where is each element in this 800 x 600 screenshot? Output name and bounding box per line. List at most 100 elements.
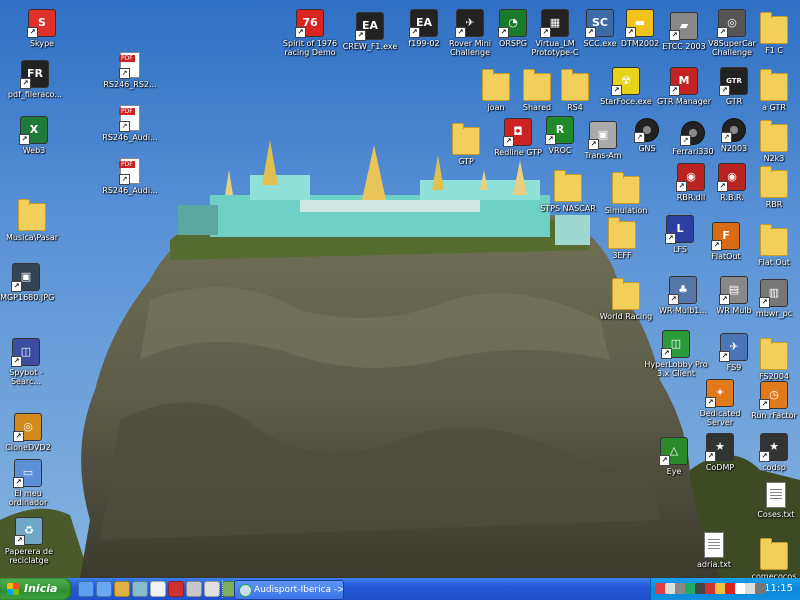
app-icon: M [669, 67, 698, 96]
pdf-file-icon [119, 158, 140, 185]
app-icon: ♣ [668, 276, 697, 305]
folder-icon [612, 172, 640, 204]
desktop-icon-label: RS246_Audi... [102, 133, 158, 142]
taskbar: Inicia Audisport-Iberica -> ... 11:15 [0, 578, 800, 600]
app-icon: F [711, 222, 740, 251]
desktop-icon-rs246-2[interactable]: RS246_Audi... [98, 105, 162, 142]
quick-launch-winamp-icon[interactable] [114, 581, 130, 597]
desktop-icon-adria-txt[interactable]: adria.txt [682, 532, 746, 569]
quick-launch-app5-icon[interactable] [168, 581, 184, 597]
desktop-icon-spybot[interactable]: ◫Spybot - Searc... [0, 338, 58, 386]
desktop-icon-fs2004[interactable]: FS2004 [742, 336, 800, 381]
folder-icon [554, 170, 582, 202]
desktop-icon-label: Spybot - Searc... [9, 368, 43, 386]
app-icon: ▰ [669, 12, 698, 41]
clock[interactable]: 11:15 [764, 578, 793, 600]
app-icon: ▦ [540, 9, 569, 38]
browser-icon [239, 584, 252, 597]
text-file-icon [704, 532, 724, 558]
desktop-icon-web3[interactable]: XWeb3 [2, 116, 66, 155]
app-icon: ☢ [611, 67, 640, 96]
desktop-icon-musica[interactable]: Musica\Pasar [0, 197, 64, 242]
desktop-icon-label: Run rFactor [751, 411, 797, 420]
desktop-icon-starforce[interactable]: ☢StarFoce.exe [594, 67, 658, 106]
app-icon: ✦ [705, 379, 734, 408]
app-icon: ◫ [11, 338, 40, 367]
desktop-icon-rs246-3[interactable]: RS246_Audi... [98, 158, 162, 195]
quick-launch-ie-icon[interactable] [78, 581, 94, 597]
desktop-icon-clonedvd[interactable]: ◎CloneDVD2 [0, 413, 60, 452]
desktop-icon-label: World Racing [599, 312, 653, 321]
desktop-icon-label: RS246_Audi... [102, 186, 158, 195]
system-tray: 11:15 [650, 578, 800, 600]
app-icon: X [19, 116, 48, 145]
desktop-icon-f1c[interactable]: F1 C [742, 10, 800, 55]
desktop-icon-hyperlobby[interactable]: ◫HyperLobby Pro 3.x Client [644, 330, 708, 378]
desktop-icon-run-rfactor[interactable]: ◷Run rFactor [742, 381, 800, 420]
tray-icon[interactable] [755, 583, 766, 594]
desktop-icon-imgp[interactable]: ▣IMGP1680.JPG [0, 263, 58, 302]
app-icon: ★ [705, 433, 734, 462]
app-icon: ▣ [11, 263, 40, 292]
folder-icon [612, 278, 640, 310]
app-icon: ◫ [661, 330, 690, 359]
desktop-icon-world-racing[interactable]: World Racing [594, 276, 658, 321]
start-button[interactable]: Inicia [0, 578, 72, 600]
desktop-icon-flat-out[interactable]: Flat Out [742, 222, 800, 267]
desktop-icon-label: Flat Out [758, 258, 790, 267]
desktop-icon-stps-nascar[interactable]: STPS NASCAR [536, 168, 600, 213]
desktop-icon-label: El meu ordinador [8, 489, 48, 507]
folder-icon [452, 123, 480, 155]
folder-icon [760, 338, 788, 370]
desktop-icon-comecocos[interactable]: comecocos [742, 536, 800, 578]
desktop-icon-rbr[interactable]: RBR [742, 164, 800, 209]
desktop-icon-simulation[interactable]: Simulation [594, 170, 658, 215]
desktop-icon-3eff[interactable]: 3EFF [590, 215, 654, 260]
taskbar-separator [222, 580, 226, 598]
desktop[interactable]: SSkype FRpdf_fileraco... XWeb3 Musica\Pasar… [0, 0, 800, 578]
desktop-icon-label: RS246_RS2... [103, 80, 157, 89]
desktop-icon-label: a GTR [762, 103, 786, 112]
desktop-icon-paperera[interactable]: ♻Paperera de reciclatge [0, 517, 61, 565]
desktop-icon-label: GTP [458, 157, 474, 166]
quick-launch-desktop-icon[interactable] [96, 581, 112, 597]
desktop-icon-label: pdf_fileraco... [7, 90, 63, 99]
app-icon: ◎ [13, 413, 42, 442]
desktop-icon-label: mbwr_pc [755, 309, 793, 318]
desktop-icon-spirit76[interactable]: 76Spirit of 1976 racing Demo [278, 9, 342, 57]
desktop-icon-codsp[interactable]: ★codsp [742, 433, 800, 472]
folder-icon [608, 217, 636, 249]
desktop-icon-mbwr-pc[interactable]: ▥mbwr_pc [742, 279, 800, 318]
desktop-icon-label: RBR [765, 200, 783, 209]
desktop-icon-n2k3[interactable]: N2k3 [742, 118, 800, 163]
pdf-file-icon [119, 52, 140, 79]
folder-icon [760, 12, 788, 44]
taskbar-window-button[interactable]: Audisport-Iberica -> ... [234, 580, 344, 600]
desktop-icon-pdf-filereco[interactable]: FRpdf_fileraco... [3, 60, 67, 99]
windows-flag-icon [7, 583, 19, 595]
quick-launch-app6-icon[interactable] [186, 581, 202, 597]
desktop-icon-rs246-1[interactable]: RS246_RS2... [98, 52, 162, 89]
desktop-icon-a-gtr[interactable]: a GTR [742, 67, 800, 112]
app-icon: S [27, 9, 56, 38]
app-icon: ♻ [14, 517, 43, 546]
app-icon: ▭ [13, 459, 42, 488]
app-icon: EA [409, 9, 438, 38]
quick-launch-app4-icon[interactable] [150, 581, 166, 597]
folder-icon [760, 120, 788, 152]
desktop-icon-label: Spirit of 1976 racing Demo [282, 39, 338, 57]
app-icon: ▥ [759, 279, 788, 308]
desktop-icon-label: Web3 [22, 146, 46, 155]
desktop-icon-skype[interactable]: SSkype [10, 9, 74, 48]
desktop-icon-meu-ordinador[interactable]: ▭El meu ordinador [0, 459, 60, 507]
quick-launch-app7-icon[interactable] [204, 581, 220, 597]
app-icon: EA [355, 12, 384, 41]
app-icon: FR [20, 60, 49, 89]
desktop-icon-coses-txt[interactable]: Coses.txt [744, 482, 800, 519]
pdf-file-icon [119, 105, 140, 132]
app-icon: ◷ [759, 381, 788, 410]
quick-launch-app3-icon[interactable] [132, 581, 148, 597]
folder-icon [18, 199, 46, 231]
desktop-icon-label: N2k3 [763, 154, 785, 163]
desktop-icon-label: Paperera de reciclatge [4, 547, 54, 565]
